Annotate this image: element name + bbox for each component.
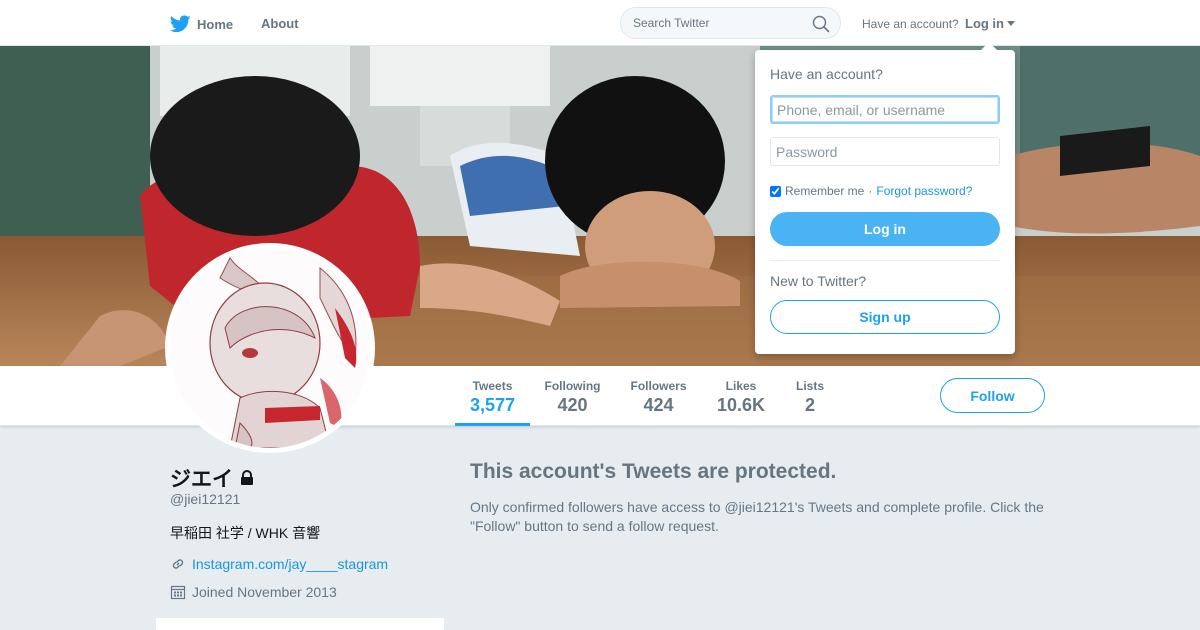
search-input[interactable] <box>633 16 803 30</box>
login-dropdown: Have an account? Remember me · Forgot pa… <box>755 42 1015 354</box>
login-heading: Have an account? <box>770 66 883 82</box>
calendar-icon <box>170 585 186 600</box>
profile-avatar[interactable] <box>165 243 375 453</box>
profile-name: ジエイ <box>170 468 233 491</box>
signup-button[interactable]: Sign up <box>770 300 1000 334</box>
nav-home-label: Home <box>197 16 234 32</box>
profile-handle: @jiei12121 <box>170 491 241 507</box>
profile-url-row: Instagram.com/jay____stagram <box>170 556 388 572</box>
stat-label: Likes <box>725 379 757 393</box>
protected-description: Only confirmed followers have access to … <box>470 499 1044 534</box>
stat-followers[interactable]: Followers 424 <box>625 366 692 426</box>
stat-tweets[interactable]: Tweets 3,577 <box>455 366 530 426</box>
password-field[interactable] <box>770 137 1000 166</box>
protected-title: This account's Tweets are protected. <box>470 460 837 483</box>
stat-label: Tweets <box>472 379 513 393</box>
profile-name-row: ジエイ <box>170 463 255 493</box>
username-field[interactable] <box>770 95 1000 124</box>
have-account-text: Have an account? <box>862 17 959 31</box>
avatar-illustration <box>170 248 370 448</box>
stat-value: 420 <box>557 395 588 415</box>
stat-likes[interactable]: Likes 10.6K <box>712 366 770 426</box>
top-navigation: Home About Have an account? Log in <box>0 0 1200 46</box>
stat-value: 2 <box>804 395 815 415</box>
new-to-twitter-text: New to Twitter? <box>770 273 867 289</box>
login-button[interactable]: Log in <box>770 212 1000 246</box>
remember-me-label: Remember me <box>785 184 865 198</box>
sidebar-card <box>156 618 444 630</box>
dropdown-caret <box>981 42 997 50</box>
profile-joined-date: Joined November 2013 <box>192 584 337 600</box>
profile-url-link[interactable]: Instagram.com/jay____stagram <box>192 556 388 572</box>
twitter-bird-icon <box>170 15 191 33</box>
profile-joined-row: Joined November 2013 <box>170 584 337 600</box>
follow-button[interactable]: Follow <box>940 378 1045 413</box>
lock-icon <box>241 470 253 485</box>
stat-label: Followers <box>630 379 687 393</box>
login-dropdown-toggle[interactable]: Log in <box>965 16 1015 31</box>
remember-row: Remember me · Forgot password? <box>770 184 972 198</box>
stat-following[interactable]: Following 420 <box>540 366 605 426</box>
stat-label: Following <box>544 379 601 393</box>
nav-home-link[interactable]: Home <box>170 14 233 34</box>
dropdown-divider <box>770 260 1000 261</box>
stat-value: 3,577 <box>469 395 516 415</box>
stat-value: 10.6K <box>716 395 766 415</box>
login-toggle-label: Log in <box>965 16 1004 31</box>
profile-bio: 早稲田 社学 / WHK 音響 <box>170 525 321 541</box>
search-box <box>620 7 841 39</box>
caret-down-icon <box>1007 21 1015 26</box>
nav-about-link[interactable]: About <box>261 16 299 31</box>
stat-label: Lists <box>795 379 824 393</box>
remember-separator: · <box>868 184 873 198</box>
stat-lists[interactable]: Lists 2 <box>790 366 830 426</box>
search-icon[interactable] <box>812 15 830 38</box>
remember-me-checkbox[interactable] <box>770 185 781 197</box>
stat-value: 424 <box>643 395 674 415</box>
forgot-password-link[interactable]: Forgot password? <box>876 184 972 198</box>
link-icon <box>172 559 184 569</box>
